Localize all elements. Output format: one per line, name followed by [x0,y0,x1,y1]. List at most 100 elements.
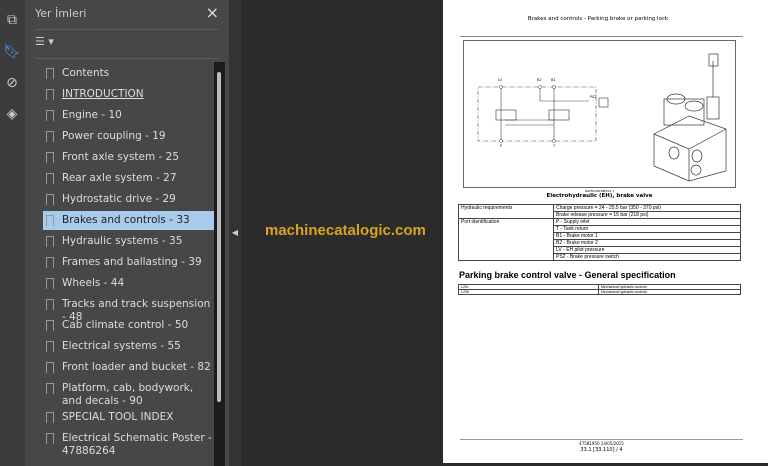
bookmark-icon [46,173,54,184]
spec-key: L205 [458,289,599,295]
port-label-p: P [500,144,503,148]
section-heading: Parking brake control valve - General sp… [459,270,676,280]
bookmark-label: Rear axle system - 27 [62,172,177,184]
valve-diagram [477,53,727,182]
bookmark-label: Cab climate control - 50 [62,319,189,331]
bookmarks-panel: Yer İmleri × ☰ ▾ Contents INTRODUCTION Eng… [25,0,229,466]
bookmark-icon [46,433,54,444]
figure-caption: Electrohydraulic (EH), brake valve [546,193,653,199]
port-label-lv: LV [498,78,502,82]
bookmark-label: Front loader and bucket - 82 [62,361,211,373]
panel-title: Yer İmleri [35,7,87,20]
bookmark-item[interactable]: Hydrostatic drive - 29 [43,190,215,209]
bookmark-icon [46,110,54,121]
bookmark-item[interactable]: INTRODUCTION [43,85,215,104]
bookmark-item[interactable]: Hydraulic systems - 35 [43,232,215,251]
bookmark-icon[interactable]: 🔖︎ [3,43,21,61]
table-row: L205 Mechanical hydraulic controls [458,289,741,295]
table-row: Port identification P - Supply inlet [458,218,741,261]
bookmark-icon [46,383,54,394]
port-label-t: T [553,144,556,148]
bookmark-item[interactable]: Rear axle system - 27 [43,169,215,188]
table-value: B2 - Brake motor 2 [553,239,741,247]
table-value: PS2 - Brake pressure switch [553,253,741,261]
bookmark-icon [46,341,54,352]
header-rule [460,36,743,37]
tool-rail: ⧉ 🔖︎ ⊘ ◈ [0,0,25,466]
bookmark-label: Electrical systems - 55 [62,340,181,352]
close-icon[interactable]: × [206,3,219,22]
divider [35,29,219,30]
table-value: Charge pressure = 24 - 25.5 bar (350 - 3… [553,204,741,212]
bookmark-icon [46,362,54,373]
bookmark-icon [46,89,54,100]
bookmark-item[interactable]: Contents [43,64,215,83]
bookmark-item[interactable]: Power coupling - 19 [43,127,215,146]
bookmark-item[interactable]: Front loader and bucket - 82 [43,358,215,377]
table-value: P - Supply inlet [553,218,741,226]
table-key: Hydraulic requirements [458,204,554,219]
bookmark-item[interactable]: Cab climate control - 50 [43,316,215,335]
bookmark-label: Brakes and controls - 33 [62,214,190,226]
port-label-b2: B2 [537,78,542,82]
footer-rule [460,439,743,440]
bookmark-label: Frames and ballasting - 39 [62,256,202,268]
table-value: B1 - Brake motor 1 [553,232,741,240]
table-key: Port identification [458,218,554,261]
port-label-ps2: PS2 [590,95,597,99]
bookmark-item[interactable]: Front axle system - 25 [43,148,215,167]
bookmark-label: Front axle system - 25 [62,151,180,163]
bookmark-icon [46,152,54,163]
divider [35,58,219,59]
bookmark-icon [46,278,54,289]
layers-icon[interactable]: ◈ [3,105,21,123]
bookmark-icon [46,68,54,79]
figure: LV B2 B1 PS2 P T [463,40,736,188]
footer-docnum: 47581950 14/05/2015 [579,441,624,446]
bookmark-item[interactable]: Platform, cab, bodywork, and decals - 90 [43,379,215,411]
bookmark-label: Platform, cab, bodywork, and decals - 90 [62,382,194,407]
bookmark-label: Power coupling - 19 [62,130,166,142]
bookmark-item[interactable]: Wheels - 44 [43,274,215,293]
bookmark-item[interactable]: SPECIAL TOOL INDEX [43,408,215,427]
bookmark-label: INTRODUCTION [62,88,144,100]
bookmark-item[interactable]: Brakes and controls - 33 [43,211,215,230]
table-value: LV - EH pilot pressure [553,246,741,254]
bookmark-icon [46,236,54,247]
bookmark-label: SPECIAL TOOL INDEX [62,411,174,423]
port-label-b1: B1 [551,78,556,82]
spec-table: L201 Mechanical hydraulic controls L205 Mec… [458,284,741,295]
bookmark-icon [46,131,54,142]
list-options-icon[interactable]: ☰ ▾ [35,35,61,51]
bookmark-label: Contents [62,67,110,79]
scrollbar[interactable] [214,62,225,466]
bookmark-item[interactable]: Frames and ballasting - 39 [43,253,215,272]
valve-illustration [653,53,727,182]
bookmark-icon [46,299,54,310]
spec-value: Mechanical hydraulic controls [598,289,741,295]
bookmark-label: Engine - 10 [62,109,122,121]
watermark: machinecatalogic.com [265,222,426,239]
bookmark-item[interactable]: Engine - 10 [43,106,215,125]
bookmark-label: Wheels - 44 [62,277,125,289]
bookmark-item[interactable]: Electrical systems - 55 [43,337,215,356]
collapse-panel-button[interactable]: ◀ [229,0,241,466]
bookmark-label: Hydrostatic drive - 29 [62,193,176,205]
bookmark-icon [46,194,54,205]
footer-page: 33.1 [33.110] / 4 [580,447,623,453]
bookmark-item[interactable]: Electrical Schematic Poster - 47886264 [43,429,215,461]
scrollbar-thumb[interactable] [217,72,221,402]
page-header: Brakes and controls - Parking brake or p… [527,16,669,22]
bookmark-icon [46,257,54,268]
document-page: Brakes and controls - Parking brake or p… [443,0,768,463]
pages-icon[interactable]: ⧉ [3,11,21,29]
table-value: Brake release pressure = 15 bar (218 psi… [553,211,741,219]
bookmark-icon [46,320,54,331]
bookmark-icon [46,412,54,423]
table-value: T - Tank return [553,225,741,233]
bookmark-label: Electrical Schematic Poster - 47886264 [62,432,212,457]
attachment-icon[interactable]: ⊘ [3,74,21,92]
table-row: Hydraulic requirements Charge pressure = … [458,204,741,219]
bookmark-label: Hydraulic systems - 35 [62,235,183,247]
bookmark-icon [46,215,54,226]
